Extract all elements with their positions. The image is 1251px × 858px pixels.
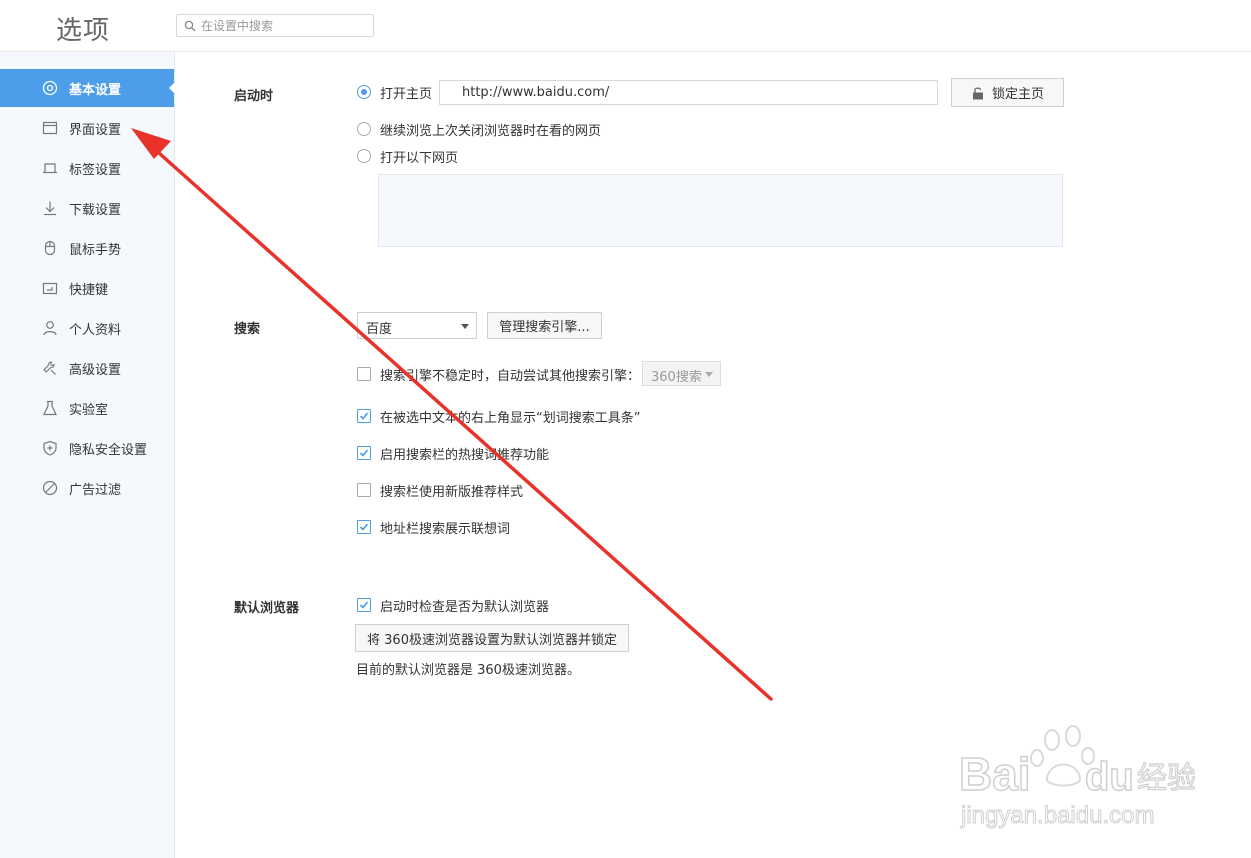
- shield-icon: [40, 438, 60, 458]
- fallback-engine-value: 360搜索: [651, 370, 702, 385]
- search-engine-value: 百度: [366, 322, 393, 337]
- address-suggest-checkbox[interactable]: [357, 520, 371, 534]
- sidebar-item-label: 隐私安全设置: [69, 442, 148, 458]
- sidebar-item-label: 个人资料: [69, 322, 122, 338]
- sidebar-item-label: 快捷键: [69, 282, 109, 298]
- baidu-jingyan-watermark: Bai du 经验 jingyan.baidu.com: [955, 718, 1198, 838]
- checkmark-icon: [359, 601, 369, 609]
- chevron-down-icon: [461, 324, 469, 329]
- sidebar-item-adblock[interactable]: 广告过滤: [0, 469, 174, 507]
- startup-pages-radio[interactable]: [357, 149, 371, 163]
- startup-continue-radio[interactable]: [357, 122, 371, 136]
- startup-pages-label: 打开以下网页: [380, 151, 459, 166]
- checkmark-icon: [359, 449, 369, 457]
- check-default-label: 启动时检查是否为默认浏览器: [380, 600, 550, 615]
- svg-text:du: du: [1085, 755, 1134, 799]
- sidebar-item-download[interactable]: 下载设置: [0, 189, 174, 227]
- sidebar-item-label: 鼠标手势: [69, 242, 122, 258]
- fallback-engine-checkbox[interactable]: [357, 367, 371, 381]
- window-icon: [40, 118, 60, 138]
- settings-search-box[interactable]: [176, 14, 374, 37]
- paw-logo-icon: Bai du 经验 jingyan.baidu.com: [958, 725, 1198, 830]
- manage-search-engines-button[interactable]: 管理搜索引擎...: [487, 312, 602, 339]
- svg-text:Bai: Bai: [959, 748, 1031, 800]
- settings-sidebar: 基本设置 界面设置 标签设置 下载设置 鼠标手势 快捷键 个人资料 高级设置 实…: [0, 52, 175, 858]
- sidebar-item-mouse-gesture[interactable]: 鼠标手势: [0, 229, 174, 267]
- sidebar-item-advanced[interactable]: 高级设置: [0, 349, 174, 387]
- home-url-input[interactable]: [439, 80, 938, 105]
- title-bar: 选项: [0, 0, 1251, 52]
- startup-section-label: 启动时: [234, 89, 274, 104]
- sidebar-item-profile[interactable]: 个人资料: [0, 309, 174, 347]
- sidebar-item-lab[interactable]: 实验室: [0, 389, 174, 427]
- hot-search-label: 启用搜索栏的热搜词推荐功能: [380, 448, 550, 463]
- keyboard-icon: [40, 278, 60, 298]
- startup-continue-label: 继续浏览上次关闭浏览器时在看的网页: [380, 124, 602, 139]
- default-browser-section-label: 默认浏览器: [234, 601, 300, 616]
- sidebar-item-label: 广告过滤: [69, 482, 122, 498]
- download-icon: [40, 198, 60, 218]
- search-input[interactable]: [201, 17, 369, 34]
- sidebar-item-label: 标签设置: [69, 162, 122, 178]
- hot-search-checkbox[interactable]: [357, 446, 371, 460]
- sidebar-item-label: 下载设置: [69, 202, 122, 218]
- flask-icon: [40, 398, 60, 418]
- set-default-browser-button[interactable]: 将 360极速浏览器设置为默认浏览器并锁定: [355, 624, 629, 652]
- page-title: 选项: [56, 16, 111, 46]
- lock-home-label: 锁定主页: [991, 87, 1044, 102]
- startup-home-label: 打开主页: [380, 87, 433, 102]
- new-style-label: 搜索栏使用新版推荐样式: [380, 485, 524, 500]
- wrench-icon: [40, 358, 60, 378]
- selection-toolbar-label: 在被选中文本的右上角显示“划词搜索工具条”: [380, 411, 641, 426]
- sidebar-item-interface[interactable]: 界面设置: [0, 109, 174, 147]
- svg-text:jingyan.baidu.com: jingyan.baidu.com: [960, 802, 1154, 829]
- address-suggest-label: 地址栏搜索展示联想词: [380, 522, 511, 537]
- sidebar-item-label: 基本设置: [69, 82, 122, 98]
- block-icon: [40, 478, 60, 498]
- lock-home-button[interactable]: 锁定主页: [951, 78, 1064, 107]
- startup-pages-list[interactable]: [378, 174, 1063, 247]
- sidebar-item-label: 高级设置: [69, 362, 122, 378]
- sidebar-item-shortcuts[interactable]: 快捷键: [0, 269, 174, 307]
- sidebar-item-privacy[interactable]: 隐私安全设置: [0, 429, 174, 467]
- selection-toolbar-checkbox[interactable]: [357, 409, 371, 423]
- search-engine-select[interactable]: 百度: [357, 312, 477, 339]
- fallback-engine-select[interactable]: 360搜索: [642, 361, 721, 386]
- search-icon: [184, 20, 196, 32]
- new-style-checkbox[interactable]: [357, 483, 371, 497]
- sidebar-item-label: 界面设置: [69, 122, 122, 138]
- sidebar-item-tabs[interactable]: 标签设置: [0, 149, 174, 187]
- sidebar-item-basic[interactable]: 基本设置: [0, 69, 175, 107]
- default-browser-status: 目前的默认浏览器是 360极速浏览器。: [356, 663, 580, 678]
- fallback-engine-label: 搜索引擎不稳定时，自动尝试其他搜索引擎：: [380, 369, 641, 384]
- lock-icon: [972, 86, 983, 99]
- user-icon: [40, 318, 60, 338]
- search-section-label: 搜索: [234, 322, 261, 337]
- checkmark-icon: [359, 523, 369, 531]
- settings-icon: [40, 78, 60, 98]
- sidebar-item-label: 实验室: [69, 402, 109, 418]
- tab-icon: [40, 158, 60, 178]
- svg-text:经验: 经验: [1137, 761, 1195, 796]
- mouse-icon: [40, 238, 60, 258]
- checkmark-icon: [359, 412, 369, 420]
- startup-home-radio[interactable]: [357, 85, 371, 99]
- chevron-down-icon: [705, 372, 713, 377]
- check-default-checkbox[interactable]: [357, 598, 371, 612]
